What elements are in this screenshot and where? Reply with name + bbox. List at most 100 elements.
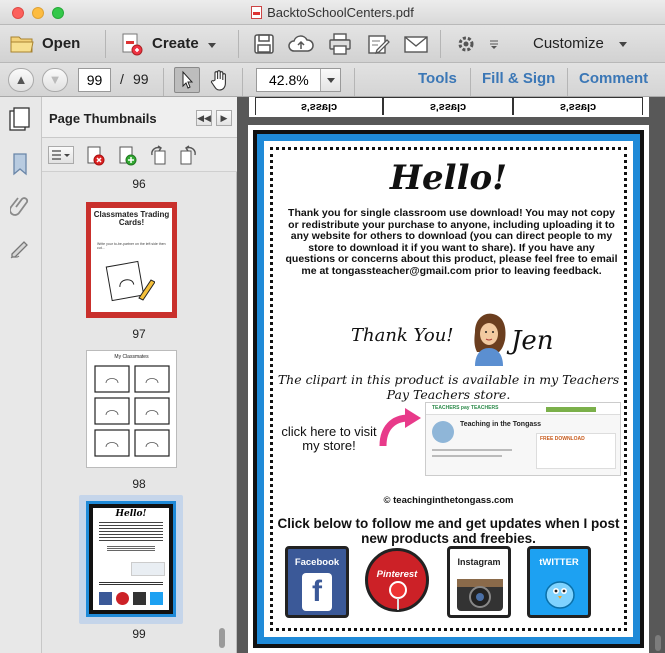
twitter-label: tWITTER [539, 557, 579, 568]
thumbnail-text: Write your to-be-partner on the left sid… [97, 242, 166, 250]
title-bar: BacktoSchoolCenters.pdf [0, 0, 665, 25]
create-label: Create [152, 35, 199, 52]
insert-page-icon[interactable] [117, 145, 139, 167]
toolbar-divider [470, 68, 471, 96]
pinterest-label: Pinterest [376, 569, 418, 580]
thumbnail-page-99-selected[interactable]: Hello! [79, 495, 183, 624]
chevron-down-icon [327, 78, 335, 83]
fill-sign-button[interactable]: Fill & Sign [482, 70, 555, 87]
window-title-text: BacktoSchoolCenters.pdf [267, 5, 414, 20]
email-icon[interactable] [403, 33, 429, 55]
zoom-select[interactable]: 42.8% [256, 68, 341, 92]
thumbnails-panel-header: Page Thumbnails ◀◀ ▶ [42, 97, 237, 138]
page-number-input[interactable]: 99 [78, 68, 111, 92]
pinterest-button[interactable]: Pinterest [365, 546, 431, 622]
thumbnails-scrollbar-thumb[interactable] [219, 628, 225, 648]
total-pages: 99 [133, 71, 149, 87]
arrow-up-icon: ▲ [14, 72, 28, 87]
rotate-right-icon[interactable] [177, 145, 199, 167]
select-tool-button[interactable] [174, 67, 200, 93]
document-viewer: s'ssɐlɔ s'ssɐlɔ s'ssɐlɔ Hello! Thank you… [237, 97, 665, 653]
store-name: Teaching in the Tongass [460, 421, 542, 428]
chevron-down-icon[interactable] [489, 39, 499, 49]
toolbar-divider [354, 68, 355, 96]
bookmark-icon[interactable] [10, 152, 30, 176]
facebook-button[interactable]: Facebook f [285, 546, 351, 622]
thumbnail-text-lines [99, 522, 163, 542]
paperclip-icon[interactable] [10, 193, 30, 219]
store-logo: TEACHERS pay TEACHERS [432, 405, 499, 411]
thumbnail-page-97[interactable]: Classmates Trading Cards! Write your to-… [86, 202, 177, 318]
pdf-page-99: Hello! Thank you for single classroom us… [248, 125, 649, 653]
toolbar-divider [440, 30, 441, 58]
next-panel-button[interactable]: ▶ [216, 110, 232, 126]
instagram-button[interactable]: Instagram [447, 546, 513, 622]
store-link-screenshot[interactable]: TEACHERS pay TEACHERS Teaching in the To… [425, 402, 621, 476]
thumbnail-title: Hello! [115, 509, 147, 519]
save-icon[interactable] [253, 33, 275, 55]
page-thumbnails-icon[interactable] [8, 107, 32, 133]
store-free-download: FREE DOWNLOAD [540, 436, 585, 442]
arrow-down-icon: ▼ [48, 72, 62, 87]
pdf-file-icon [251, 6, 263, 19]
navigation-toolbar: ▲ ▼ 99 / 99 42.8% Tools Fill & Sign Comm… [0, 63, 665, 97]
signature-text: Jen [511, 326, 554, 356]
create-button[interactable]: Create [118, 31, 222, 57]
thumbnail-page-number: 98 [132, 477, 146, 491]
thumbnail-page-number: 97 [132, 327, 146, 341]
folder-icon [10, 36, 34, 53]
thumbnail-page-number: 99 [132, 627, 146, 641]
facebook-label: Facebook [294, 557, 340, 568]
list-options-icon [52, 150, 70, 160]
pushpin-icon [389, 581, 407, 610]
cursor-arrow-icon [182, 70, 194, 89]
visit-store-text[interactable]: click here to visit my store! [279, 425, 379, 453]
twitter-button[interactable]: tWITTER [527, 546, 593, 622]
signatures-icon[interactable] [9, 237, 31, 259]
hand-tool-icon[interactable] [209, 69, 231, 91]
thumbnail-page-number: 96 [132, 177, 146, 191]
terms-paragraph: Thank you for single classroom use downl… [285, 207, 618, 277]
create-pdf-icon [122, 33, 143, 56]
thumbnail-facebook-tile [99, 592, 112, 605]
thumbnail-page-98[interactable]: My Classmates [86, 350, 177, 468]
follow-text: Click below to follow me and get updates… [277, 516, 620, 546]
thumbnail-twitter-tile [150, 592, 163, 605]
thumbnail-text-lines [99, 582, 163, 586]
open-label: Open [42, 35, 81, 52]
pink-arrow-icon [379, 408, 421, 447]
open-button[interactable]: Open [8, 31, 98, 57]
facebook-icon: f [302, 573, 332, 611]
tools-button[interactable]: Tools [418, 70, 457, 87]
instagram-label: Instagram [457, 557, 501, 567]
page-separator: / [120, 71, 124, 87]
next-page-button[interactable]: ▼ [42, 68, 68, 92]
cloud-upload-icon[interactable] [288, 33, 314, 55]
document-scrollbar[interactable] [652, 97, 665, 653]
toolbar-divider [163, 68, 164, 96]
website-text: © teachinginthetongass.com [383, 495, 514, 506]
zoom-dropdown-button[interactable] [320, 69, 340, 91]
panel-title: Page Thumbnails [49, 111, 157, 126]
thumbnail-title: My Classmates [114, 354, 149, 360]
table-cell: s'ssɐlɔ [383, 97, 513, 115]
sign-edit-icon[interactable] [367, 33, 391, 55]
collapse-panel-button[interactable]: ◀◀ [196, 110, 212, 126]
previous-page-button[interactable]: ▲ [8, 68, 34, 92]
gear-icon[interactable] [456, 34, 476, 54]
options-menu-button[interactable] [48, 146, 74, 164]
clipart-note: The clipart in this product is available… [277, 372, 620, 402]
comment-button[interactable]: Comment [579, 70, 648, 87]
customize-label[interactable]: Customize [533, 35, 604, 52]
bird-icon [545, 581, 575, 609]
chevron-down-icon[interactable] [619, 42, 627, 47]
delete-page-icon[interactable] [85, 145, 107, 167]
print-icon[interactable] [328, 33, 352, 55]
rotate-left-icon[interactable] [148, 145, 170, 167]
page-content: Hello! Thank you for single classroom us… [270, 147, 627, 631]
document-scrollbar-thumb[interactable] [655, 635, 661, 651]
thumbnails-toolbar [42, 138, 237, 172]
thumbnail-text-lines [107, 546, 155, 552]
trading-card-icon [105, 260, 155, 302]
window-title: BacktoSchoolCenters.pdf [0, 5, 665, 20]
